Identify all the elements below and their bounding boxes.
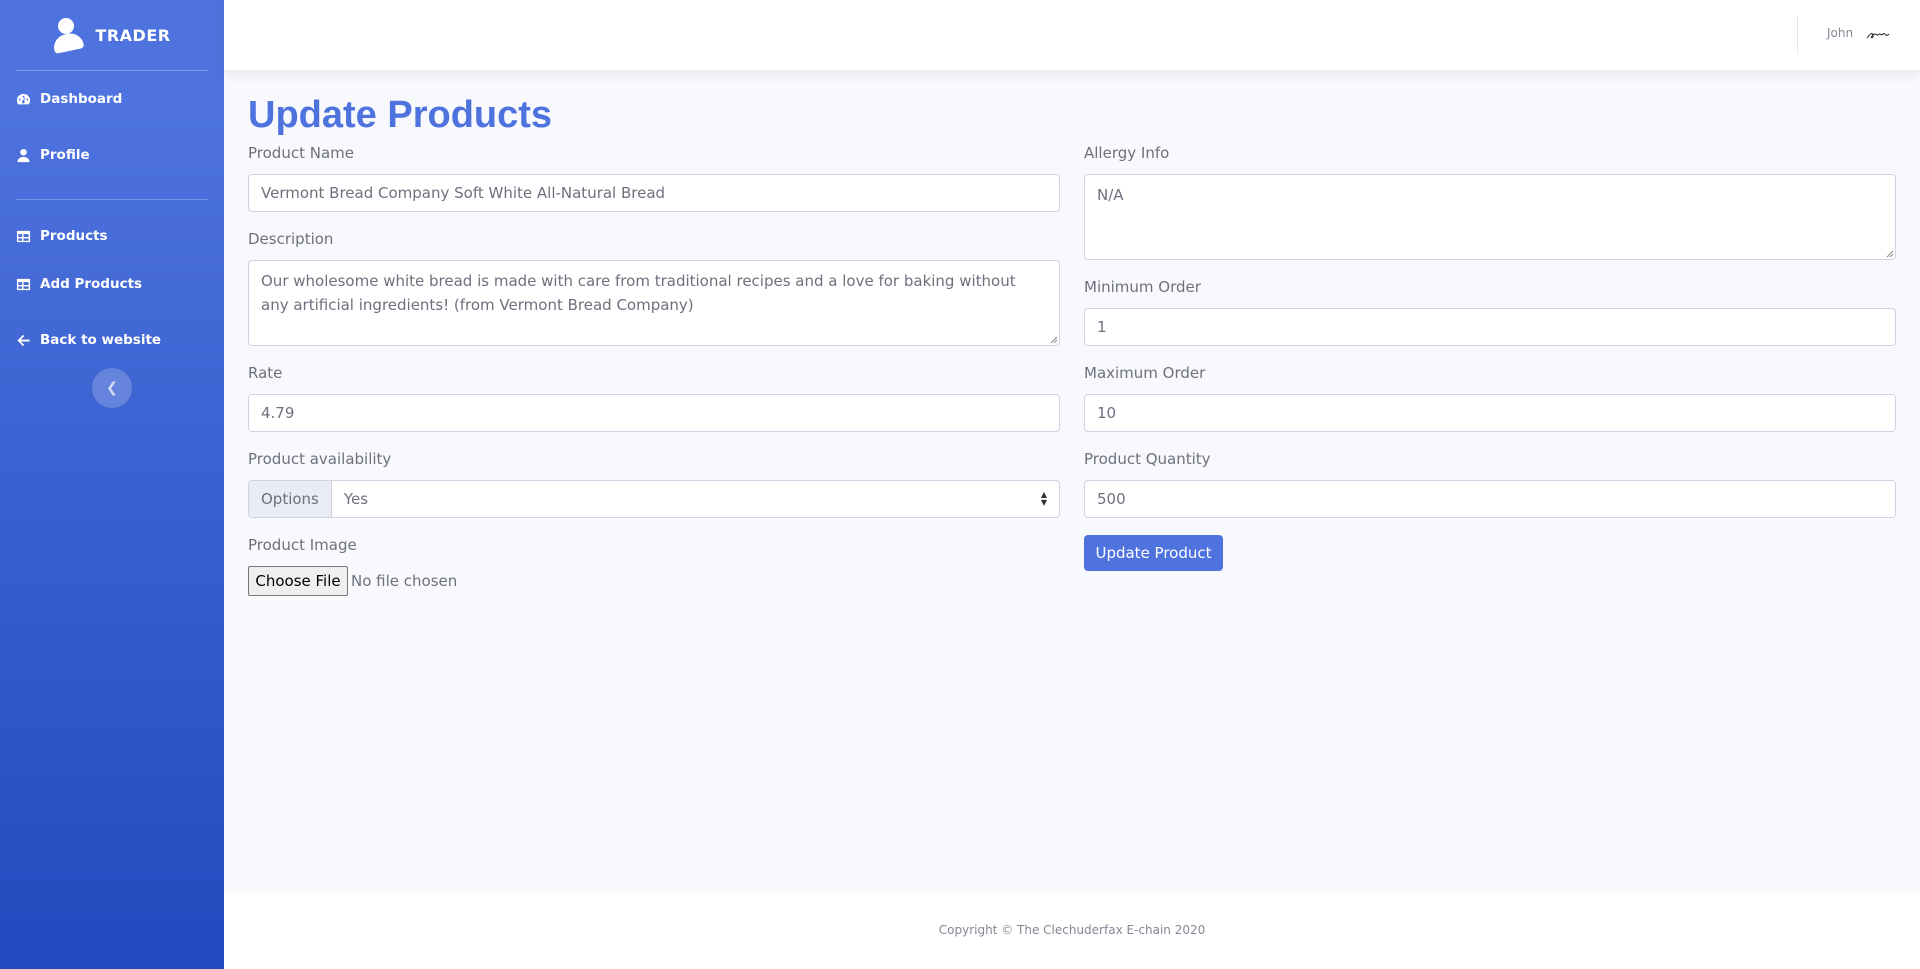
options-prepend: Options — [249, 481, 332, 517]
availability-select[interactable]: Yes ▲ ▼ — [332, 481, 1059, 517]
footer: Copyright © The Clechuderfax E-chain 202… — [224, 892, 1920, 969]
table-icon — [16, 230, 31, 242]
sidebar-item-products[interactable]: Products — [0, 216, 224, 256]
user-icon — [17, 148, 30, 162]
product-name-label: Product Name — [248, 144, 354, 162]
user-name[interactable]: John — [1827, 26, 1853, 40]
sidebar-item-label: Products — [40, 228, 108, 244]
sidebar-item-label: Back to website — [40, 332, 162, 348]
sidebar: TRADER Dashboard Profile Products Add Pr… — [0, 0, 224, 969]
resize-handle-icon[interactable] — [1049, 335, 1058, 344]
sidebar-item-dashboard[interactable]: Dashboard — [0, 71, 224, 127]
max-order-label: Maximum Order — [1084, 364, 1206, 382]
quantity-label: Product Quantity — [1084, 450, 1211, 468]
description-textarea[interactable]: Our wholesome white bread is made with c… — [248, 260, 1060, 346]
chevron-left-icon: ❮ — [106, 380, 118, 396]
page-title: Update Products — [248, 94, 553, 136]
product-name-input[interactable]: Vermont Bread Company Soft White All-Nat… — [248, 174, 1060, 212]
sidebar-item-label: Profile — [40, 147, 90, 163]
description-label: Description — [248, 230, 334, 248]
sidebar-item-label: Dashboard — [40, 91, 123, 107]
max-order-input[interactable]: 10 — [1084, 394, 1896, 432]
sidebar-item-add-products[interactable]: Add Products — [0, 256, 224, 312]
rate-label: Rate — [248, 364, 283, 382]
select-arrows-icon: ▲ ▼ — [1040, 490, 1047, 507]
copyright-text: Copyright © The Clechuderfax E-chain 202… — [938, 923, 1206, 937]
description-text: Our wholesome white bread is made with c… — [261, 272, 1016, 314]
user-icon — [51, 18, 85, 54]
arrow-left-icon — [17, 334, 30, 346]
allergy-textarea[interactable]: N/A — [1084, 174, 1896, 260]
sidebar-item-profile[interactable]: Profile — [0, 127, 224, 183]
min-order-label: Minimum Order — [1084, 278, 1201, 296]
topbar-divider — [1797, 16, 1798, 54]
update-product-button[interactable]: Update Product — [1084, 535, 1223, 571]
resize-handle-icon[interactable] — [1885, 249, 1894, 258]
quantity-input[interactable]: 500 — [1084, 480, 1896, 518]
product-image-label: Product Image — [248, 536, 357, 554]
allergy-label: Allergy Info — [1084, 144, 1170, 162]
sidebar-item-back-to-website[interactable]: Back to website — [0, 312, 224, 368]
availability-selected: Yes — [343, 490, 369, 508]
file-status: No file chosen — [351, 572, 458, 590]
rate-input[interactable]: 4.79 — [248, 394, 1060, 432]
topbar: John — [224, 0, 1920, 70]
table-icon — [16, 278, 31, 290]
allergy-text: N/A — [1097, 186, 1124, 204]
min-order-input[interactable]: 1 — [1084, 308, 1896, 346]
availability-label: Product availability — [248, 450, 392, 468]
avatar[interactable] — [1864, 24, 1894, 46]
brand-text: TRADER — [95, 25, 171, 45]
availability-select-group: Options Yes ▲ ▼ — [248, 480, 1060, 518]
tachometer-icon — [16, 93, 31, 104]
sidebar-brand[interactable]: TRADER — [0, 0, 224, 70]
sidebar-item-label: Add Products — [40, 276, 143, 292]
sidebar-toggle-button[interactable]: ❮ — [92, 368, 132, 408]
choose-file-button[interactable]: Choose File — [248, 566, 348, 596]
main-content: Update Products Product Name Vermont Bre… — [224, 70, 1920, 892]
